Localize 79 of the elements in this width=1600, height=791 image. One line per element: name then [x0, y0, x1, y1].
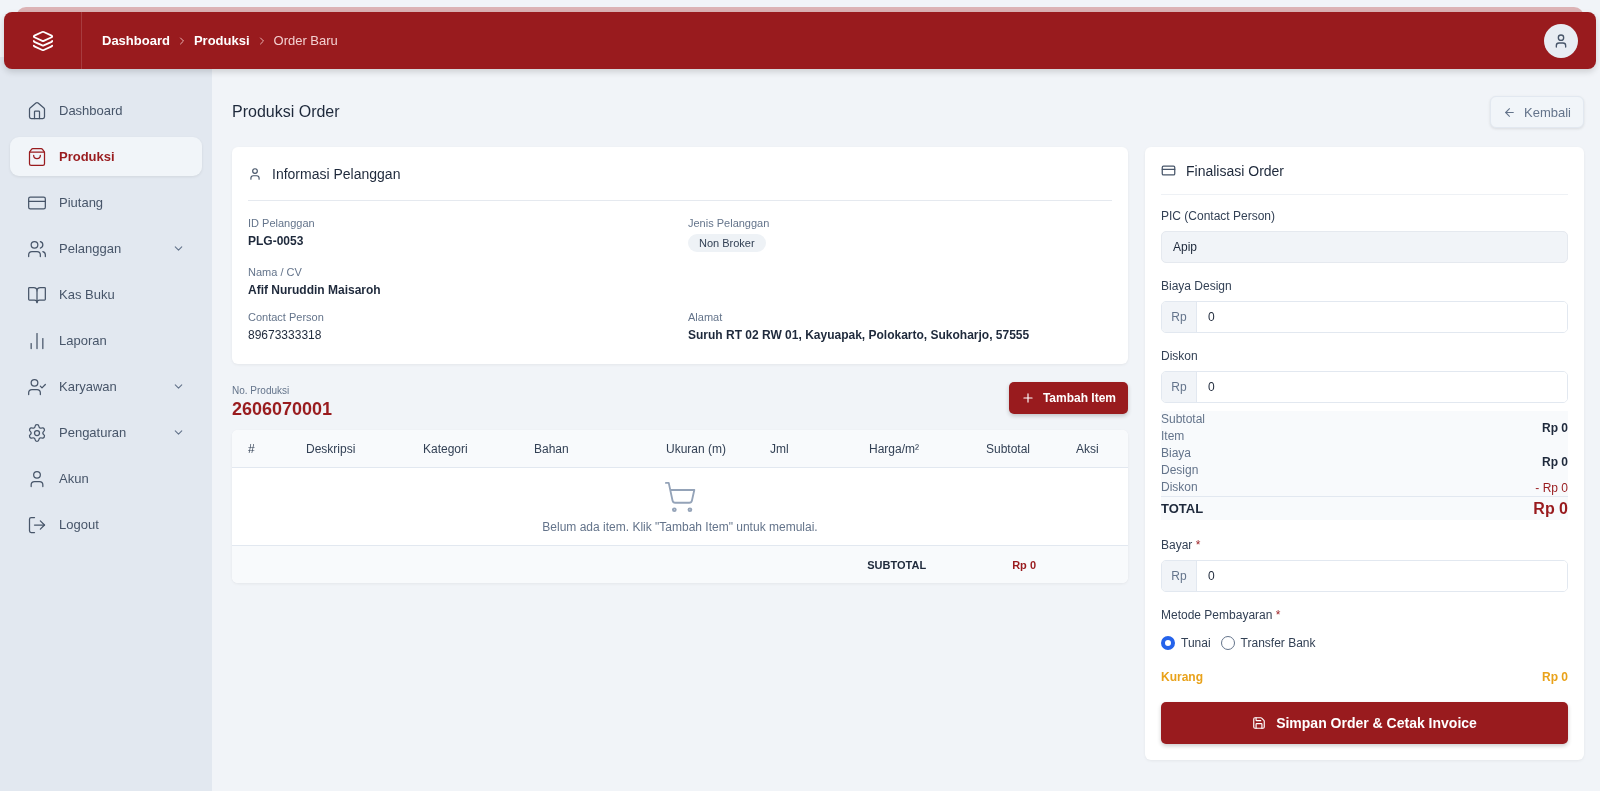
column-header: Bahan	[534, 441, 570, 456]
layers-logo-icon	[31, 29, 54, 52]
book-icon	[27, 284, 47, 305]
sidebar-item[interactable]: Kas Buku	[10, 275, 202, 314]
column-header: Aksi	[1076, 441, 1100, 456]
card-icon	[1161, 163, 1176, 178]
sidebar-item[interactable]: Akun	[10, 459, 202, 498]
shortfall-label: Kurang	[1161, 670, 1203, 684]
field-value: Afif Nuruddin Maisaroh	[248, 283, 382, 297]
page-title: Produksi Order	[232, 103, 340, 121]
sidebar-item[interactable]: Karyawan	[10, 367, 202, 406]
amount-field[interactable]: Rp 0	[1161, 560, 1568, 592]
arrow-left-icon	[1503, 105, 1517, 119]
plus-icon	[1020, 391, 1035, 405]
column-header: Deskripsi	[306, 441, 357, 456]
card-title: Finalisasi Order	[1186, 162, 1285, 179]
users-icon	[27, 238, 47, 259]
settings-icon	[27, 422, 47, 443]
payment-radio[interactable]: Transfer Bank	[1220, 636, 1316, 650]
column-header: Subtotal	[986, 441, 1032, 456]
shopping-bag-icon	[27, 146, 47, 167]
field-label: PIC (Contact Person)	[1161, 209, 1277, 223]
save-icon	[1252, 716, 1267, 730]
field-value: PLG-0053	[248, 234, 305, 248]
column-header: Ukuran (m)	[666, 441, 727, 456]
user-check-icon	[27, 376, 47, 397]
field-label: Nama / CV	[248, 266, 303, 278]
sidebar-item[interactable]: Laporan	[10, 321, 202, 360]
field-value: 89673333318	[248, 328, 323, 342]
production-label: No. Produksi	[232, 385, 291, 396]
field-label: Biaya Design	[1161, 279, 1233, 293]
pic-field[interactable]: Apip	[1161, 231, 1568, 263]
cart-icon	[663, 479, 697, 514]
column-header: Jml	[770, 441, 790, 456]
amount-field[interactable]: Rp 0	[1161, 301, 1568, 333]
summary-label: Biaya Design	[1161, 445, 1200, 479]
house-icon	[27, 100, 47, 121]
save-button[interactable]: Simpan Order & Cetak Invoice	[1161, 702, 1568, 744]
avatar-button[interactable]	[1544, 23, 1578, 58]
production-number: 2606070001	[232, 399, 333, 420]
user-icon	[1553, 32, 1569, 49]
sidebar-item[interactable]: Pelanggan	[10, 229, 202, 268]
back-button[interactable]: Kembali	[1490, 96, 1584, 128]
sidebar-item[interactable]: Produksi	[10, 137, 202, 176]
column-header: Harga/m²	[869, 441, 920, 456]
field-label: Bayar *	[1161, 538, 1202, 552]
sidebar-item[interactable]: Pengaturan	[10, 413, 202, 452]
sidebar-item[interactable]: Piutang	[10, 183, 202, 222]
subtotal-value: Rp 0	[1012, 558, 1036, 571]
field-label: Alamat	[688, 311, 724, 323]
breadcrumb-link[interactable]: Dashboard	[102, 33, 170, 48]
sidebar-item[interactable]: Logout	[10, 505, 202, 544]
field-label: Jenis Pelanggan	[688, 217, 771, 229]
column-header: Kategori	[423, 441, 469, 456]
summary-label: Diskon	[1161, 479, 1199, 496]
field-label: Diskon	[1161, 349, 1199, 363]
sidebar-item[interactable]: Dashboard	[10, 91, 202, 130]
user-icon	[248, 166, 262, 181]
add-item-button[interactable]: Tambah Item	[1008, 382, 1128, 414]
total-label: TOTAL	[1161, 501, 1204, 516]
total-value: Rp 0	[1533, 499, 1568, 518]
column-header: #	[248, 441, 256, 456]
payment-radio[interactable]: Tunai	[1161, 636, 1211, 650]
field-label: ID Pelanggan	[248, 217, 316, 229]
subtotal-label: SUBTOTAL	[867, 558, 927, 571]
field-label: Metode Pembayaran *	[1161, 608, 1282, 622]
customer-type-badge: Non Broker	[688, 234, 766, 252]
card-title: Informasi Pelanggan	[272, 165, 401, 182]
amount-field[interactable]: Rp 0	[1161, 371, 1568, 403]
logout-icon	[27, 514, 47, 535]
summary-label: Subtotal Item	[1161, 411, 1207, 445]
summary-value: - Rp 0	[1535, 480, 1568, 495]
summary-value: Rp 0	[1542, 421, 1568, 435]
field-label: Contact Person	[248, 311, 325, 323]
summary-value: Rp 0	[1542, 455, 1568, 469]
field-value: Suruh RT 02 RW 01, Kayuapak, Polokarto, Sukoharjo, 57555	[688, 328, 1031, 342]
shortfall-value: Rp 0	[1542, 670, 1568, 684]
breadcrumb-link[interactable]: Produksi	[193, 33, 250, 48]
empty-message: Belum ada item. Klik "Tambah Item" untuk memulai.	[542, 519, 818, 534]
